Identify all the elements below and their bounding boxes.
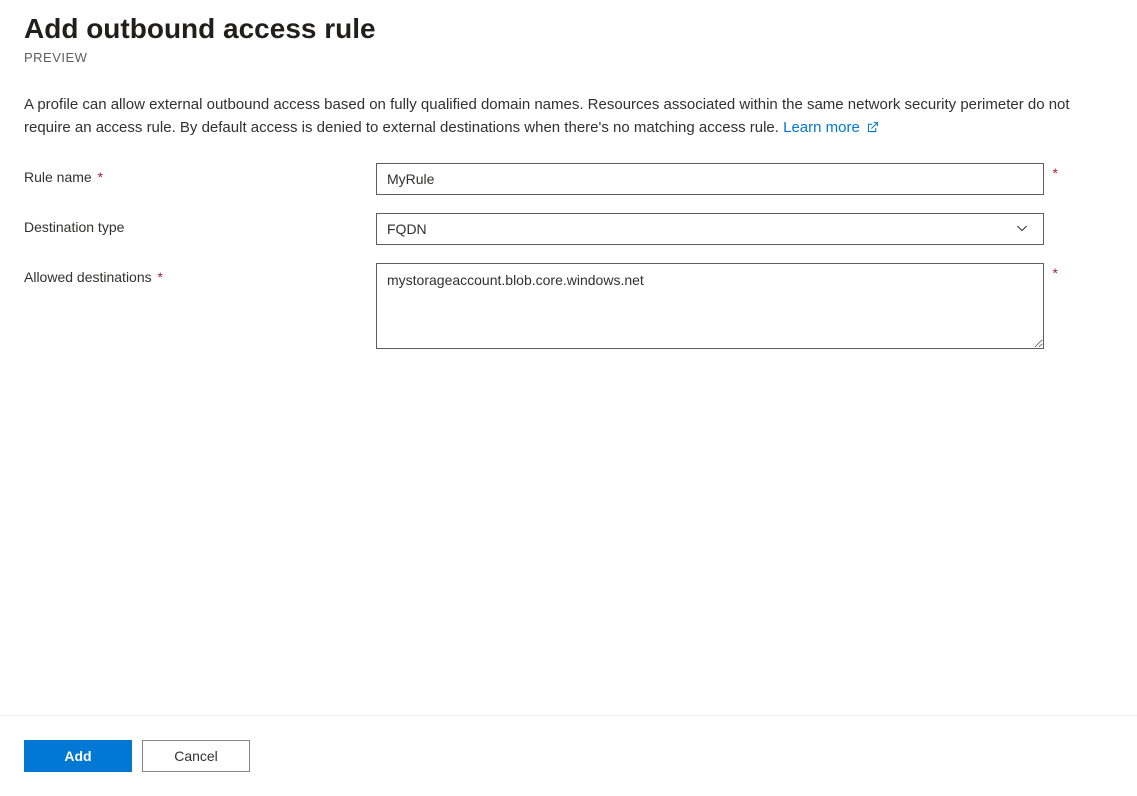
page-title: Add outbound access rule bbox=[24, 12, 1113, 46]
preview-badge: PREVIEW bbox=[24, 50, 1113, 65]
rule-name-row: Rule name * * bbox=[24, 163, 1113, 195]
destination-type-value: FQDN bbox=[387, 221, 427, 237]
allowed-destinations-input[interactable] bbox=[376, 263, 1044, 349]
destination-type-label: Destination type bbox=[24, 213, 376, 235]
destination-type-select[interactable]: FQDN bbox=[376, 213, 1044, 245]
description-body: A profile can allow external outbound ac… bbox=[24, 96, 1070, 136]
required-indicator: * bbox=[1053, 165, 1058, 181]
chevron-down-icon bbox=[1015, 221, 1029, 238]
allowed-destinations-row: Allowed destinations * * bbox=[24, 263, 1113, 354]
required-indicator: * bbox=[1053, 265, 1058, 281]
destination-type-label-text: Destination type bbox=[24, 219, 124, 235]
learn-more-link[interactable]: Learn more bbox=[783, 119, 879, 136]
cancel-button[interactable]: Cancel bbox=[142, 740, 250, 772]
rule-name-label-text: Rule name bbox=[24, 169, 92, 185]
learn-more-label: Learn more bbox=[783, 119, 860, 136]
add-button[interactable]: Add bbox=[24, 740, 132, 772]
required-asterisk: * bbox=[98, 169, 103, 185]
allowed-destinations-label: Allowed destinations * bbox=[24, 263, 376, 285]
rule-name-label: Rule name * bbox=[24, 163, 376, 185]
rule-name-input[interactable] bbox=[376, 163, 1044, 195]
footer: Add Cancel bbox=[0, 715, 1137, 796]
allowed-destinations-label-text: Allowed destinations bbox=[24, 269, 152, 285]
destination-type-row: Destination type FQDN bbox=[24, 213, 1113, 245]
external-link-icon bbox=[866, 118, 879, 141]
required-asterisk: * bbox=[158, 269, 163, 285]
description-text: A profile can allow external outbound ac… bbox=[24, 93, 1113, 142]
